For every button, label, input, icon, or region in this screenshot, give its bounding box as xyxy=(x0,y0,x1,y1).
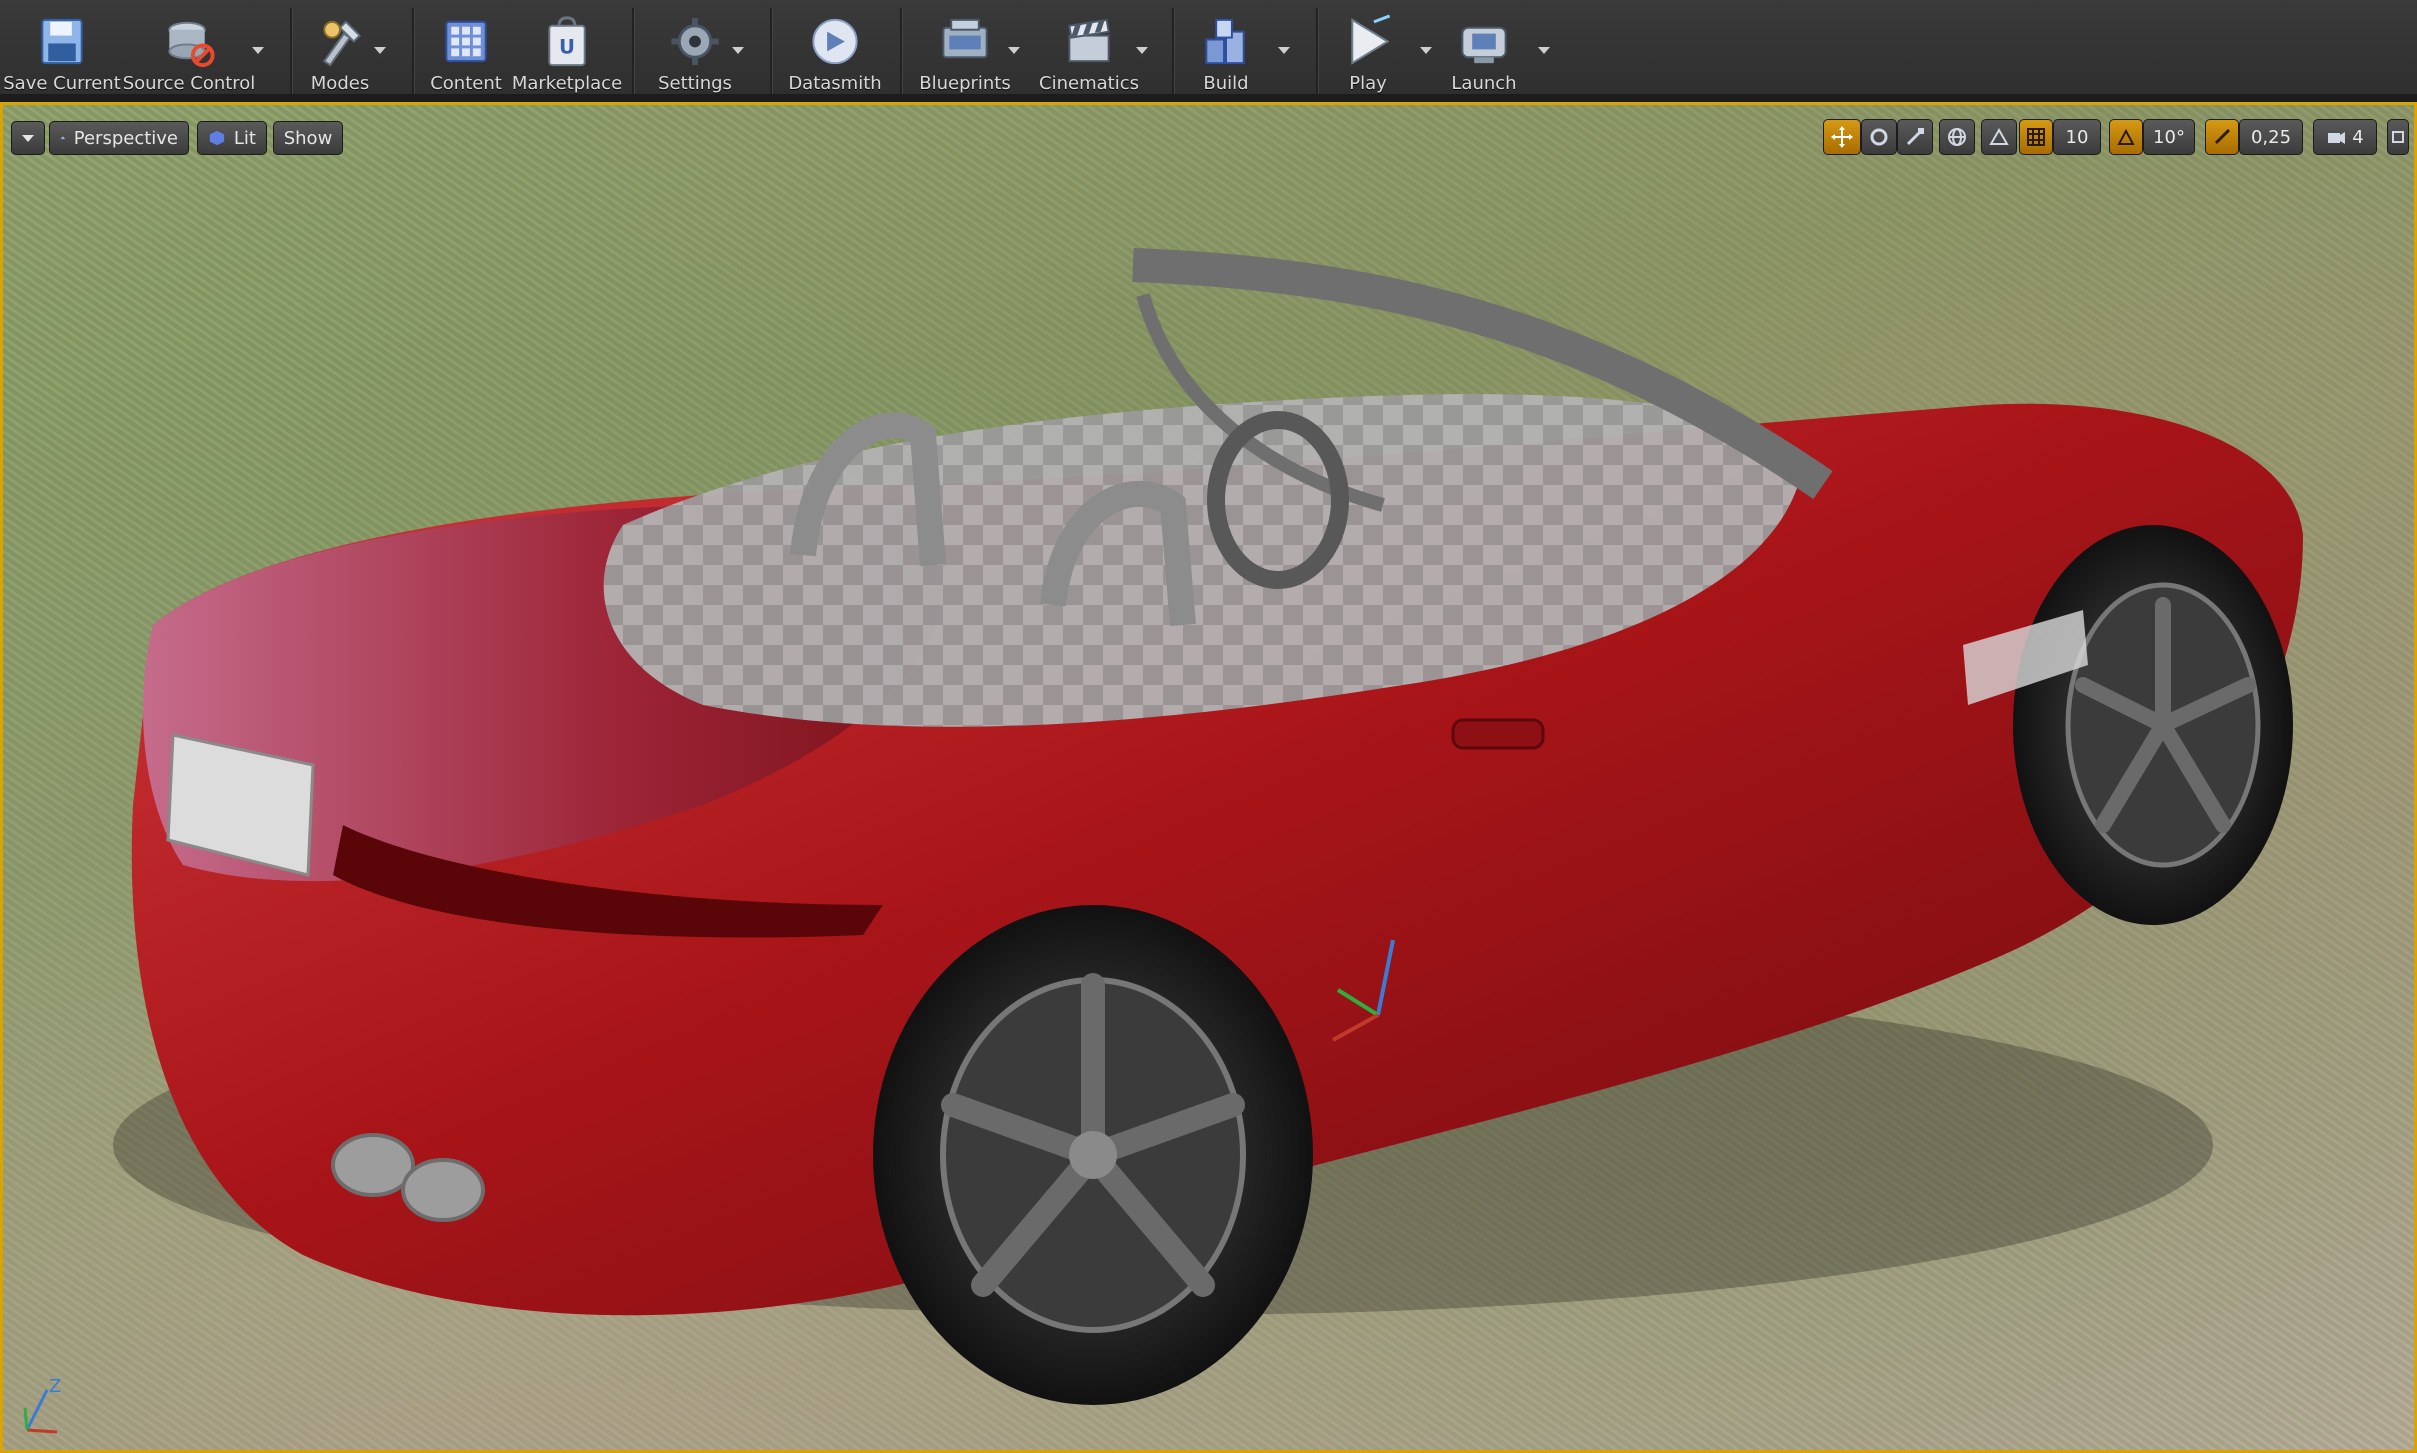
build-label: Build xyxy=(1203,73,1249,94)
move-arrows-icon xyxy=(1831,126,1853,148)
modes-icon xyxy=(322,20,362,67)
toolbar-separator xyxy=(1172,8,1174,94)
cinematics-button[interactable]: Cinematics xyxy=(1036,8,1142,94)
perspective-camera-icon xyxy=(60,136,66,140)
cinematics-clapper-icon xyxy=(1068,18,1110,63)
scale-snap-icon xyxy=(2214,129,2230,145)
surface-snapping-button[interactable] xyxy=(1981,119,2017,155)
build-button[interactable]: Build xyxy=(1186,8,1266,94)
level-viewport[interactable]: Perspective Lit Show 10 10° 0,25 4 Z xyxy=(0,102,2417,1453)
source-control-icon xyxy=(168,21,215,68)
source-control-button[interactable]: Source Control xyxy=(122,8,256,94)
modes-dropdown-icon[interactable] xyxy=(372,44,388,56)
datasmith-label: Datasmith xyxy=(788,73,882,94)
lighting-mode-label: Lit xyxy=(233,127,256,149)
source-control-dropdown-icon[interactable] xyxy=(250,44,266,56)
blueprints-label: Blueprints xyxy=(919,73,1011,94)
show-label: Show xyxy=(283,127,333,149)
globe-icon xyxy=(1948,128,1966,146)
svg-text:U: U xyxy=(559,35,575,58)
rotate-icon xyxy=(1870,128,1888,146)
surface-snap-icon xyxy=(1989,127,2009,145)
chevron-down-icon xyxy=(22,135,34,142)
camera-speed-value-text: 4 xyxy=(2352,126,2364,148)
build-dropdown-icon[interactable] xyxy=(1276,44,1292,56)
modes-label: Modes xyxy=(310,73,370,94)
rotate-mode-button[interactable] xyxy=(1861,119,1897,155)
view-mode-label: Perspective xyxy=(73,127,178,149)
angle-icon xyxy=(2117,128,2135,145)
settings-dropdown-icon[interactable] xyxy=(730,44,746,56)
save-icon xyxy=(41,18,83,65)
play-dropdown-icon[interactable] xyxy=(1418,44,1434,56)
marketplace-icon: U xyxy=(548,16,586,67)
settings-gear-icon xyxy=(671,17,719,66)
rotation-snap-toggle[interactable] xyxy=(2109,119,2143,155)
translate-mode-button[interactable] xyxy=(1823,119,1861,155)
cinematics-dropdown-icon[interactable] xyxy=(1134,44,1150,56)
launch-button[interactable]: Launch xyxy=(1442,8,1526,94)
launch-dropdown-icon[interactable] xyxy=(1536,44,1552,56)
scale-snap-value-text: 0,25 xyxy=(2250,126,2292,148)
marketplace-label: Marketplace xyxy=(511,73,623,94)
camera-speed-button[interactable]: 4 xyxy=(2313,119,2377,155)
marketplace-button[interactable]: U Marketplace xyxy=(512,8,622,94)
launch-gamepad-icon xyxy=(1461,26,1507,64)
world-axis-icon: Z xyxy=(23,1376,61,1434)
coordinate-system-button[interactable] xyxy=(1939,119,1975,155)
toolbar-separator xyxy=(900,8,902,94)
scale-snap-toggle[interactable] xyxy=(2205,119,2239,155)
toolbar-separator xyxy=(1316,8,1318,94)
sports-car-render xyxy=(113,248,2304,1405)
grid-snap-value-text: 10 xyxy=(2065,126,2089,148)
datasmith-icon xyxy=(812,18,858,65)
play-button[interactable]: Play xyxy=(1330,8,1406,94)
lit-sphere-icon xyxy=(209,130,225,146)
scale-mode-button[interactable] xyxy=(1897,119,1933,155)
lighting-mode-button[interactable]: Lit xyxy=(197,121,267,155)
scale-snap-value[interactable]: 0,25 xyxy=(2239,119,2303,155)
show-flags-button[interactable]: Show xyxy=(273,121,343,155)
rotation-snap-value[interactable]: 10° xyxy=(2143,119,2195,155)
grid-icon xyxy=(2027,128,2045,146)
toolbar-separator xyxy=(632,8,634,94)
save-current-button[interactable]: Save Current xyxy=(3,8,121,94)
blueprints-button[interactable]: Blueprints xyxy=(912,8,1018,94)
toolbar-separator xyxy=(770,8,772,94)
play-label: Play xyxy=(1349,73,1387,94)
main-toolbar: Save Current Source Control Modes Conten… xyxy=(0,0,2417,102)
source-control-label: Source Control xyxy=(122,73,256,94)
axis-z-label: Z xyxy=(49,1376,61,1397)
maximize-icon xyxy=(2392,131,2404,143)
settings-label: Settings xyxy=(658,73,732,94)
toolbar-separator xyxy=(290,8,292,94)
blueprints-dropdown-icon[interactable] xyxy=(1006,44,1022,56)
build-icon xyxy=(1205,18,1245,65)
launch-label: Launch xyxy=(1451,73,1517,94)
play-icon xyxy=(1351,14,1391,65)
datasmith-button[interactable]: Datasmith xyxy=(785,8,885,94)
save-current-label: Save Current xyxy=(3,73,121,94)
content-label: Content xyxy=(430,73,502,94)
grid-snap-toggle[interactable] xyxy=(2019,119,2053,155)
maximize-viewport-button[interactable] xyxy=(2387,119,2409,155)
camera-icon xyxy=(2328,132,2346,144)
modes-button[interactable]: Modes xyxy=(300,8,380,94)
rotation-snap-value-text: 10° xyxy=(2153,126,2185,148)
viewport-options-button[interactable] xyxy=(11,121,45,155)
content-browser-icon xyxy=(445,20,487,63)
toolbar-separator xyxy=(412,8,414,94)
content-button[interactable]: Content xyxy=(422,8,510,94)
cinematics-label: Cinematics xyxy=(1039,73,1139,94)
blueprints-icon xyxy=(942,18,988,59)
scale-icon xyxy=(1906,128,1924,146)
view-mode-button[interactable]: Perspective xyxy=(49,121,189,155)
grid-snap-value[interactable]: 10 xyxy=(2053,119,2101,155)
